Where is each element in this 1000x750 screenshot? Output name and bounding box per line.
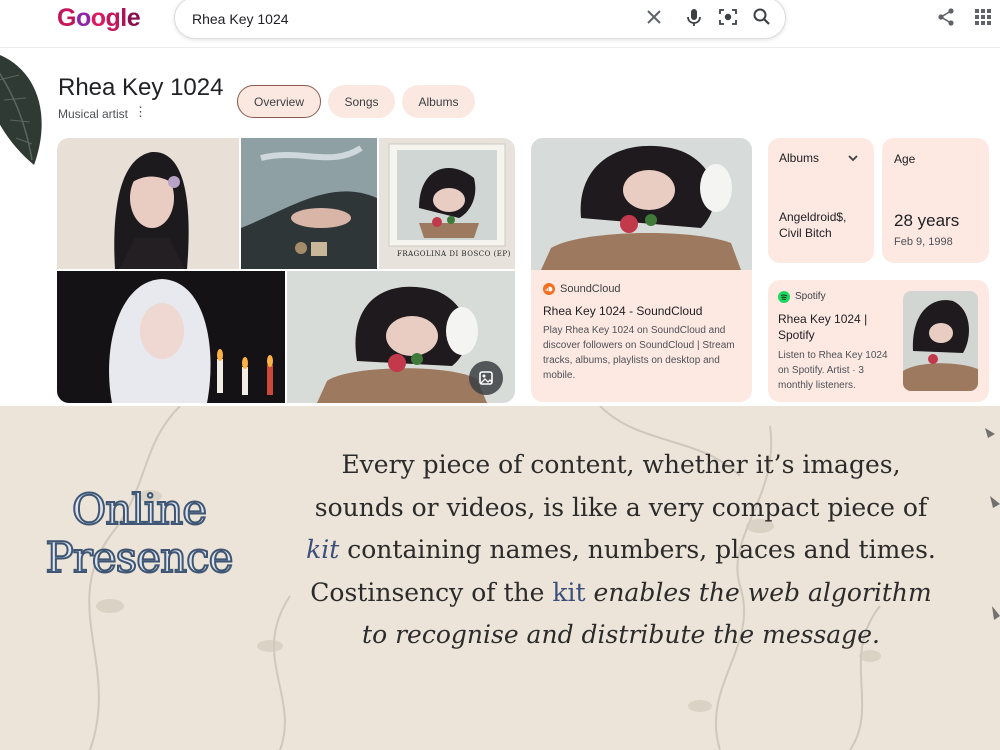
photo-caption-text: FRAGOLINA DI BOSCO (EP) (397, 250, 511, 258)
heading-line-2: Presence (44, 533, 234, 583)
artist-photo-5[interactable] (287, 271, 515, 403)
caption-paragraph: Every piece of content, whether it’s ima… (296, 444, 946, 657)
entity-subtitle: Musical artist (58, 107, 129, 121)
search-input[interactable]: Rhea Key 1024 (192, 11, 289, 27)
section-heading: Online Presence (24, 485, 254, 583)
tab-albums[interactable]: Albums (402, 85, 475, 118)
spotify-icon (778, 291, 790, 303)
leaf-decoration (0, 55, 42, 165)
tab-songs[interactable]: Songs (328, 85, 395, 118)
chevron-down-icon[interactable] (847, 152, 859, 164)
soundcloud-source: SoundCloud (560, 283, 621, 295)
soundcloud-card-image (531, 138, 752, 270)
albums-card-value: Angeldroid$, Civil Bitch (779, 210, 847, 240)
soundcloud-icon (543, 283, 555, 295)
caption-panel: Online Presence Every piece of content, … (0, 406, 1000, 750)
soundcloud-title[interactable]: Rhea Key 1024 - SoundCloud (543, 303, 743, 319)
search-header: Google Rhea Key 1024 (0, 0, 1000, 48)
albums-card[interactable]: Albums Angeldroid$, Civil Bitch (768, 138, 874, 263)
age-card-date: Feb 9, 1998 (894, 236, 953, 248)
apps-icon[interactable] (972, 6, 994, 28)
browser-screenshot: Google Rhea Key 1024 Rhea Key 1024 Music… (0, 0, 1000, 406)
google-logo[interactable]: Google (57, 4, 141, 33)
tab-overview[interactable]: Overview (237, 85, 321, 118)
spotify-description: Listen to Rhea Key 1024 on Spotify. Arti… (778, 350, 888, 391)
spotify-source: Spotify (795, 291, 826, 302)
artist-photo-1[interactable] (57, 138, 239, 269)
caption-part-1: Every piece of content, whether it’s ima… (314, 450, 928, 522)
caption-kit-1: kit (306, 535, 340, 564)
soundcloud-card[interactable]: SoundCloud Rhea Key 1024 - SoundCloud Pl… (531, 138, 752, 402)
artist-photo-4[interactable] (57, 271, 285, 403)
spotify-card[interactable]: Spotify Rhea Key 1024 | Spotify Listen t… (768, 280, 989, 402)
age-card: Age 28 years Feb 9, 1998 (882, 138, 989, 263)
spotify-artist-image (903, 291, 978, 391)
search-box[interactable]: Rhea Key 1024 (174, 0, 786, 39)
share-icon[interactable] (935, 6, 957, 28)
image-grid: FRAGOLINA DI BOSCO (EP) (57, 138, 515, 403)
albums-card-label: Albums (779, 151, 820, 165)
more-vert-icon[interactable]: ⋮ (134, 104, 147, 120)
lens-icon[interactable] (717, 6, 739, 28)
age-card-label: Age (894, 152, 916, 166)
clear-icon[interactable] (643, 6, 665, 28)
soundcloud-description: Play Rhea Key 1024 on SoundCloud and dis… (543, 325, 735, 381)
search-icon[interactable] (751, 6, 773, 28)
caption-kit-2: kit (552, 577, 586, 607)
spotify-title[interactable]: Rhea Key 1024 | Spotify (778, 311, 873, 343)
artist-photo-3[interactable]: FRAGOLINA DI BOSCO (EP) (379, 138, 515, 269)
artist-photo-2[interactable] (241, 138, 377, 269)
image-search-icon[interactable] (469, 361, 503, 395)
entity-title: Rhea Key 1024 (58, 74, 224, 101)
mic-icon[interactable] (683, 6, 705, 28)
heading-line-1: Online (71, 485, 208, 535)
age-card-value: 28 years (894, 211, 960, 230)
